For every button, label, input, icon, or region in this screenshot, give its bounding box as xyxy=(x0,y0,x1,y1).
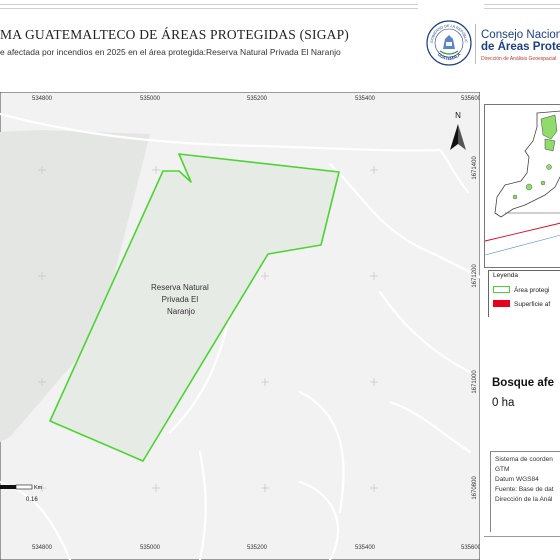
legend-item: Área protegi xyxy=(493,286,549,294)
legend-swatch-protected-area xyxy=(493,286,510,293)
x-tick-label: 535000 xyxy=(140,96,161,102)
institution-department: Dirección de Análisis Geoespacial xyxy=(481,56,557,62)
map-title: MA GUATEMALTECO DE ÁREAS PROTEGIDAS (SIG… xyxy=(0,27,349,42)
x-tick-label: 534800 xyxy=(32,545,53,551)
header-rule xyxy=(484,4,560,5)
legend-swatch-affected-surface xyxy=(493,300,510,307)
institution-name-line2: de Áreas Protegi xyxy=(481,41,560,53)
x-tick-label: 535600 xyxy=(461,545,480,551)
legend-title: Leyenda xyxy=(493,272,518,279)
scale-unit: Km xyxy=(34,485,43,491)
y-tick-label: 1671400 xyxy=(472,156,478,180)
x-tick-label: 535400 xyxy=(355,545,376,551)
map-header: MA GUATEMALTECO DE ÁREAS PROTEGIDAS (SIG… xyxy=(0,0,560,92)
institution-name-line1: Consejo Nacional xyxy=(481,29,560,41)
header-rule xyxy=(484,8,560,9)
x-tick-label: 535200 xyxy=(247,545,268,551)
x-tick-label: 535200 xyxy=(247,96,268,102)
main-map[interactable]: Reserva Natural Privada El Naranjo 53480… xyxy=(0,92,480,560)
guatemala-seal-logo: GOBIERNO DE LA REPÚBLICA GUATEMALA xyxy=(425,19,472,66)
x-tick-label: 535400 xyxy=(355,96,376,102)
legend-item-label: Área protegi xyxy=(514,287,550,294)
map-metadata: Sistema de coorden GTM Datum WGS84 Fuent… xyxy=(490,451,560,532)
institution-separator xyxy=(475,24,476,64)
metadata-line: Sistema de coorden xyxy=(495,456,553,463)
forest-affected-value: 0 ha xyxy=(492,397,515,409)
header-rule xyxy=(0,4,418,5)
metadata-line: GTM xyxy=(495,466,510,473)
y-tick-label: 1671200 xyxy=(472,264,478,288)
location-inset-map[interactable] xyxy=(484,104,560,268)
svg-text:N: N xyxy=(455,111,461,120)
map-subtitle: e afectada por incendios en 2025 en el á… xyxy=(0,47,341,57)
x-tick-label: 535000 xyxy=(140,545,161,551)
guatemala-outline xyxy=(485,105,560,267)
area-label-line: Naranjo xyxy=(167,307,196,316)
x-tick-label: 535600 xyxy=(461,96,480,102)
header-rule xyxy=(0,8,418,9)
footer-rule xyxy=(484,536,560,537)
area-label-line: Privada El xyxy=(162,295,199,304)
area-label-line: Reserva Natural xyxy=(151,283,209,292)
legend: Leyenda Área protegi Superficie af xyxy=(488,270,560,317)
legend-item: Superficie af xyxy=(493,300,550,308)
y-tick-label: 1670800 xyxy=(472,476,478,500)
metadata-line: Fuente: Base de dat xyxy=(495,486,554,493)
scale-value: 0.16 xyxy=(26,497,38,503)
forest-affected-title: Bosque afe xyxy=(492,377,554,389)
y-tick-label: 1671000 xyxy=(472,370,478,394)
x-tick-label: 534800 xyxy=(32,96,53,102)
legend-item-label: Superficie af xyxy=(514,301,551,308)
metadata-line: Dirección de la Anál xyxy=(495,496,553,503)
metadata-line: Datum WGS84 xyxy=(495,476,539,483)
